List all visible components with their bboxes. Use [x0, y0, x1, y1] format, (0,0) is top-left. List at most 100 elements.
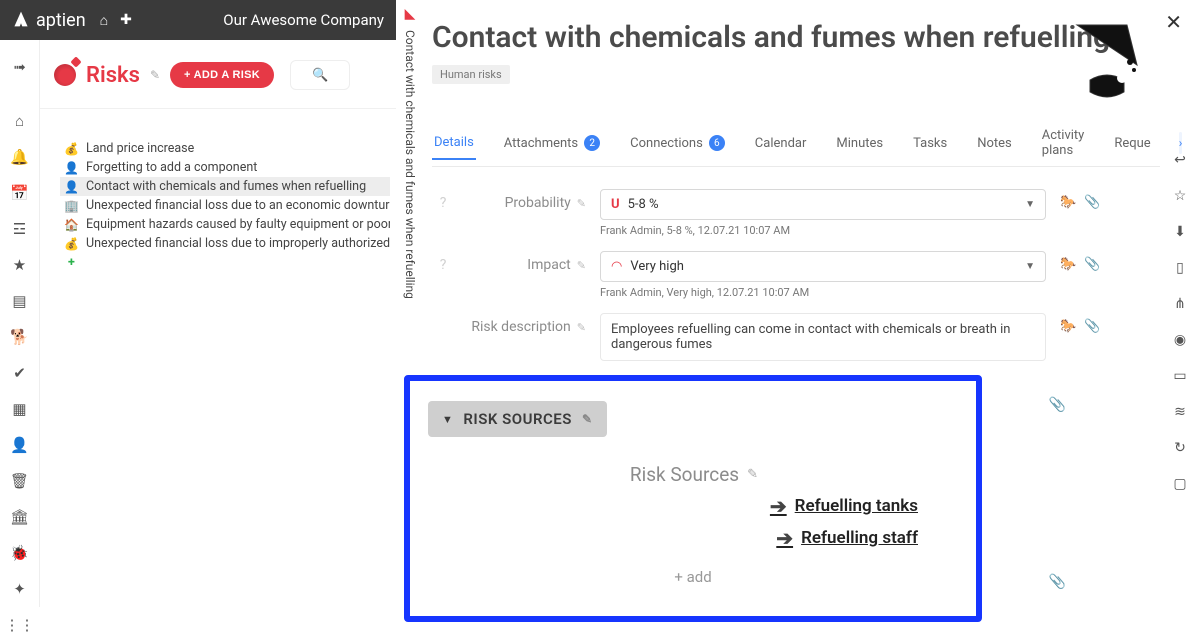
probability-meta: Frank Admin, 5-8 %, 12.07.21 10:07 AM	[600, 224, 1046, 237]
clip-icon[interactable]: 📎	[1049, 397, 1066, 413]
tabs: Details Attachments2 Connections6 Calendar M…	[432, 120, 1160, 167]
check-icon[interactable]: ✔	[13, 364, 26, 382]
risk-list-item[interactable]: 💰Land price increase	[60, 139, 390, 158]
arrow-right-icon: ➔	[770, 494, 787, 518]
risk-source-link[interactable]: ➔Refuelling tanks	[770, 494, 918, 518]
risk-list-item[interactable]: 🏢Unexpected financial loss due to an eco…	[60, 196, 390, 215]
tab-label: Notes	[977, 136, 1012, 151]
tab-calendar[interactable]: Calendar	[753, 128, 809, 159]
tab-tasks[interactable]: Tasks	[911, 128, 949, 159]
left-rail: ➟ ⌂ 🔔 📅 ☲ ★ ▤ 🐕 ✔ ▦ 👤 🗑 🏛 🐞 ✦ ⋮⋮	[0, 40, 40, 607]
eye-icon[interactable]: ◉	[1174, 332, 1186, 348]
chevron-down-icon: ▼	[1025, 199, 1035, 210]
tab-minutes[interactable]: Minutes	[834, 128, 885, 159]
vertical-tab-title: Contact with chemicals and fumes when re…	[403, 30, 417, 299]
tab-connections[interactable]: Connections6	[628, 127, 727, 159]
tab-badge: 2	[584, 135, 600, 151]
file-down-icon[interactable]: ⬇	[1174, 224, 1186, 240]
risk-sources-title: RISK SOURCES	[463, 410, 572, 428]
clip-icon[interactable]: 📎	[1084, 257, 1100, 272]
share-icon[interactable]: ⋔	[1174, 296, 1186, 312]
edit-title-icon[interactable]: ✎	[150, 68, 160, 82]
list-icon[interactable]: ☲	[13, 220, 26, 238]
building-icon[interactable]: 🏛	[10, 508, 29, 526]
tab-reque[interactable]: Reque	[1112, 128, 1152, 159]
risk-list-item[interactable]: 💰Unexpected financial loss due to improp…	[60, 234, 390, 253]
edit-icon[interactable]: ✎	[577, 197, 586, 210]
back-icon[interactable]: ↩	[1174, 152, 1186, 168]
tag-icon[interactable]: 🐎	[1060, 195, 1076, 210]
bug-icon[interactable]: 🐞	[10, 544, 29, 562]
close-icon[interactable]: ✕	[1165, 10, 1182, 34]
help-icon[interactable]: ?	[432, 195, 454, 211]
logout-icon[interactable]: ➟	[13, 58, 26, 76]
detail-form: ? Probability✎ U 5-8 % ▼ Frank Admin, 5-…	[432, 189, 1160, 622]
tag-icon[interactable]: 🐎	[1060, 319, 1076, 334]
grid-icon[interactable]: ⋮⋮	[5, 616, 35, 634]
topbar-icons: ⌂ ✚	[100, 12, 132, 29]
settings-icon[interactable]: ≋	[1174, 404, 1186, 420]
refresh-icon[interactable]: ↻	[1174, 440, 1186, 456]
impact-select[interactable]: ◠ Very high ▼	[600, 251, 1046, 282]
add-risk-source[interactable]: + add	[428, 568, 958, 586]
risk-list: 💰Land price increase👤Forgetting to add a…	[40, 109, 396, 272]
brand-logo[interactable]: aptien	[12, 10, 86, 31]
risk-item-label: Unexpected financial loss due to imprope…	[86, 236, 390, 251]
tab-attachments[interactable]: Attachments2	[502, 127, 602, 159]
doc-icon[interactable]: ▦	[12, 400, 26, 418]
tab-label: Minutes	[836, 136, 883, 151]
edit-icon[interactable]: ✎	[747, 467, 758, 482]
edit-icon[interactable]: ✎	[577, 321, 586, 334]
risk-list-item[interactable]: 🏠Equipment hazards caused by faulty equi…	[60, 215, 390, 234]
user-icon[interactable]: 👤	[10, 436, 29, 454]
brand-icon	[12, 11, 30, 29]
probability-select[interactable]: U 5-8 % ▼	[600, 189, 1046, 220]
risk-source-link[interactable]: ➔Refuelling staff	[776, 526, 918, 550]
add-icon[interactable]: ✚	[120, 12, 132, 29]
calendar-icon[interactable]: 📅	[10, 184, 29, 202]
description-value[interactable]: Employees refuelling can come in contact…	[600, 313, 1046, 361]
tab-activity-plans[interactable]: Activity plans	[1040, 120, 1087, 166]
category-tag[interactable]: Human risks	[432, 65, 510, 84]
trash-icon[interactable]: 🗑	[10, 472, 29, 490]
add-risk-button[interactable]: + ADD A RISK	[170, 62, 274, 88]
note-icon[interactable]: ▤	[12, 292, 26, 310]
vertical-tab[interactable]: ◣ Contact with chemicals and fumes when …	[396, 0, 424, 310]
risk-list-item[interactable]: 👤Forgetting to add a component	[60, 158, 390, 177]
edit-icon[interactable]: ✎	[577, 259, 586, 272]
search-input[interactable]: 🔍	[290, 60, 350, 90]
tag-icon[interactable]: 🐎	[1060, 257, 1076, 272]
risk-list-item[interactable]: 👤Contact with chemicals and fumes when r…	[60, 177, 390, 196]
star-outline-icon[interactable]: ☆	[1174, 188, 1187, 204]
clip-icon[interactable]: 📎	[1049, 574, 1066, 590]
magnet-icon: U	[611, 197, 620, 212]
home-icon[interactable]: ⌂	[15, 112, 24, 130]
id-icon[interactable]: ▭	[1173, 368, 1186, 384]
add-item-icon[interactable]: +	[64, 255, 75, 270]
pet-icon[interactable]: 🐕	[10, 328, 29, 346]
sidebar: Risks ✎ + ADD A RISK 🔍 💰Land price incre…	[40, 40, 396, 607]
tab-label: Details	[434, 135, 474, 150]
home-icon[interactable]: ⌂	[100, 12, 108, 29]
bell-icon[interactable]: 🔔	[10, 148, 29, 166]
arrow-right-icon: ➔	[776, 526, 793, 550]
help-icon[interactable]: ?	[432, 257, 454, 273]
square-icon[interactable]: ▢	[1173, 476, 1186, 492]
tab-notes[interactable]: Notes	[975, 128, 1014, 159]
sidebar-title: Risks	[86, 63, 140, 88]
star-icon[interactable]: ★	[13, 256, 26, 274]
probability-label: Probability✎	[468, 195, 586, 211]
clip-icon[interactable]: 📎	[1084, 195, 1100, 210]
tab-details[interactable]: Details	[432, 127, 476, 160]
bookmark-icon: ◣	[405, 6, 416, 22]
risk-sources-header[interactable]: ▼ RISK SOURCES ✎	[428, 401, 607, 437]
edit-icon[interactable]: ✎	[582, 412, 593, 426]
risk-icon	[54, 64, 76, 86]
graph-icon[interactable]: ✦	[13, 580, 26, 598]
impact-label: Impact✎	[468, 257, 586, 273]
file-icon[interactable]: ▯	[1176, 260, 1184, 276]
tabs-scroll-right[interactable]: ›	[1179, 132, 1183, 154]
right-rail: ↩ ☆ ⬇ ▯ ⋔ ◉ ▭ ≋ ↻ ▢	[1160, 40, 1200, 607]
company-name[interactable]: Our Awesome Company	[223, 11, 384, 29]
clip-icon[interactable]: 📎	[1084, 319, 1100, 334]
